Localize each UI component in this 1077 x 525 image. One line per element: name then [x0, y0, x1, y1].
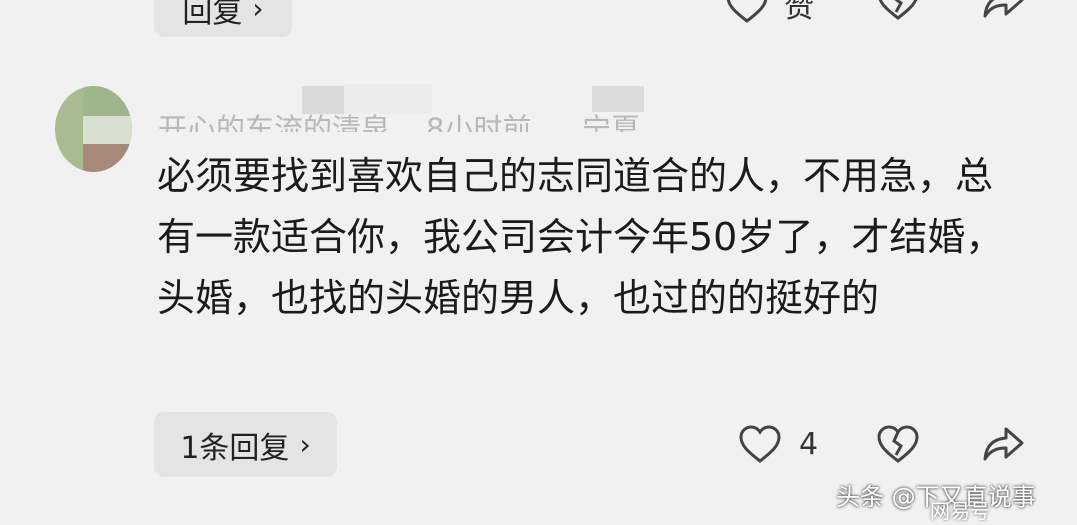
share-arrow-icon: [982, 0, 1024, 20]
replies-count-label: 1条回复: [180, 430, 290, 466]
share-arrow-icon: [982, 425, 1024, 463]
broken-heart-icon: [877, 0, 919, 20]
dislike-button[interactable]: [877, 425, 919, 463]
reply-button-label: 回复: [182, 0, 243, 30]
view-replies-button[interactable]: 1条回复 ›: [154, 412, 337, 477]
mosaic-block: [592, 86, 644, 112]
like-label-top: 赞: [784, 0, 814, 25]
share-button[interactable]: [982, 425, 1024, 463]
reply-button-top[interactable]: 回复 ›: [154, 0, 292, 37]
dislike-button-top[interactable]: [877, 0, 919, 20]
share-button-top[interactable]: [982, 0, 1024, 20]
heart-outline-icon: [726, 0, 768, 23]
like-count: 4: [799, 426, 819, 462]
like-button-top[interactable]: 赞: [726, 0, 814, 26]
chevron-right-icon: ›: [252, 0, 264, 25]
comment-time: 8小时前: [426, 112, 532, 132]
chevron-right-icon: ›: [299, 428, 311, 461]
heart-outline-icon: [739, 425, 781, 463]
broken-heart-icon: [877, 425, 919, 463]
avatar[interactable]: [55, 86, 132, 172]
watermark-overlay: 网易号: [930, 499, 990, 523]
like-button[interactable]: 4: [739, 425, 818, 463]
comment-text: 必须要找到喜欢自己的志同道合的人，不用急，总有一款适合你，我公司会计今年50岁了…: [157, 154, 1004, 320]
mosaic-block: [344, 84, 432, 114]
